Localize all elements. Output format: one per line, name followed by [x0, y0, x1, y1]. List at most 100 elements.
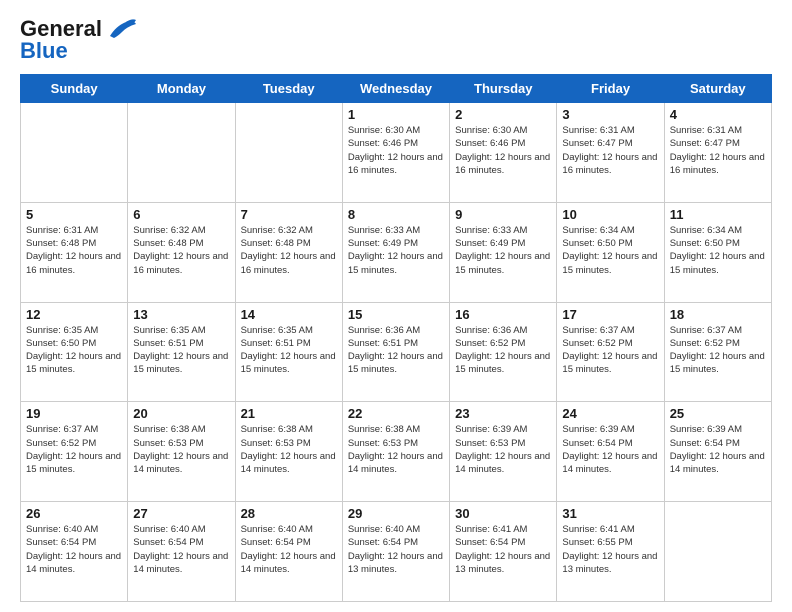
calendar-cell: 14 Sunrise: 6:35 AM Sunset: 6:51 PM Dayli…: [235, 302, 342, 402]
page: General Blue SundayMondayTuesdayWednesda…: [0, 0, 792, 612]
day-number: 26: [26, 506, 122, 521]
calendar-cell: 23 Sunrise: 6:39 AM Sunset: 6:53 PM Dayli…: [450, 402, 557, 502]
day-info: Sunrise: 6:39 AM Sunset: 6:53 PM Dayligh…: [455, 423, 551, 476]
weekday-thursday: Thursday: [450, 75, 557, 103]
calendar-cell: 18 Sunrise: 6:37 AM Sunset: 6:52 PM Dayli…: [664, 302, 771, 402]
day-number: 24: [562, 406, 658, 421]
calendar-week-5: 26 Sunrise: 6:40 AM Sunset: 6:54 PM Dayli…: [21, 502, 772, 602]
calendar-cell: 8 Sunrise: 6:33 AM Sunset: 6:49 PM Daylig…: [342, 202, 449, 302]
calendar-week-2: 5Sunrise: 6:31 AM Sunset: 6:48 PM Daylig…: [21, 202, 772, 302]
day-info: Sunrise: 6:39 AM Sunset: 6:54 PM Dayligh…: [562, 423, 658, 476]
calendar-cell: 12 Sunrise: 6:35 AM Sunset: 6:50 PM Dayli…: [21, 302, 128, 402]
calendar-cell: 13 Sunrise: 6:35 AM Sunset: 6:51 PM Dayli…: [128, 302, 235, 402]
calendar-cell: 5Sunrise: 6:31 AM Sunset: 6:48 PM Daylig…: [21, 202, 128, 302]
day-info: Sunrise: 6:30 AM Sunset: 6:46 PM Dayligh…: [348, 124, 444, 177]
calendar-cell: 17 Sunrise: 6:37 AM Sunset: 6:52 PM Dayli…: [557, 302, 664, 402]
day-number: 19: [26, 406, 122, 421]
day-number: 30: [455, 506, 551, 521]
day-number: 11: [670, 207, 766, 222]
weekday-wednesday: Wednesday: [342, 75, 449, 103]
logo-blue: Blue: [20, 38, 68, 64]
calendar-cell: 7Sunrise: 6:32 AM Sunset: 6:48 PM Daylig…: [235, 202, 342, 302]
calendar-cell: 11 Sunrise: 6:34 AM Sunset: 6:50 PM Dayli…: [664, 202, 771, 302]
calendar-cell: 6 Sunrise: 6:32 AM Sunset: 6:48 PM Daylig…: [128, 202, 235, 302]
day-info: Sunrise: 6:38 AM Sunset: 6:53 PM Dayligh…: [133, 423, 229, 476]
day-info: Sunrise: 6:35 AM Sunset: 6:51 PM Dayligh…: [133, 324, 229, 377]
day-number: 16: [455, 307, 551, 322]
day-number: 31: [562, 506, 658, 521]
calendar-cell: 22Sunrise: 6:38 AM Sunset: 6:53 PM Dayli…: [342, 402, 449, 502]
weekday-friday: Friday: [557, 75, 664, 103]
day-number: 3: [562, 107, 658, 122]
day-info: Sunrise: 6:33 AM Sunset: 6:49 PM Dayligh…: [455, 224, 551, 277]
weekday-monday: Monday: [128, 75, 235, 103]
calendar-cell: [128, 103, 235, 203]
day-number: 1: [348, 107, 444, 122]
calendar-cell: [235, 103, 342, 203]
day-info: Sunrise: 6:33 AM Sunset: 6:49 PM Dayligh…: [348, 224, 444, 277]
calendar-week-3: 12 Sunrise: 6:35 AM Sunset: 6:50 PM Dayli…: [21, 302, 772, 402]
day-number: 6: [133, 207, 229, 222]
day-number: 17: [562, 307, 658, 322]
day-info: Sunrise: 6:40 AM Sunset: 6:54 PM Dayligh…: [348, 523, 444, 576]
day-number: 2: [455, 107, 551, 122]
day-info: Sunrise: 6:41 AM Sunset: 6:54 PM Dayligh…: [455, 523, 551, 576]
weekday-header-row: SundayMondayTuesdayWednesdayThursdayFrid…: [21, 75, 772, 103]
day-info: Sunrise: 6:39 AM Sunset: 6:54 PM Dayligh…: [670, 423, 766, 476]
day-info: Sunrise: 6:34 AM Sunset: 6:50 PM Dayligh…: [562, 224, 658, 277]
calendar-cell: 9 Sunrise: 6:33 AM Sunset: 6:49 PM Daylig…: [450, 202, 557, 302]
day-number: 28: [241, 506, 337, 521]
calendar-cell: 25 Sunrise: 6:39 AM Sunset: 6:54 PM Dayli…: [664, 402, 771, 502]
calendar-cell: 16 Sunrise: 6:36 AM Sunset: 6:52 PM Dayli…: [450, 302, 557, 402]
day-number: 23: [455, 406, 551, 421]
day-info: Sunrise: 6:37 AM Sunset: 6:52 PM Dayligh…: [670, 324, 766, 377]
header: General Blue: [20, 16, 772, 64]
day-number: 5: [26, 207, 122, 222]
calendar-cell: [21, 103, 128, 203]
day-number: 22: [348, 406, 444, 421]
calendar-cell: 1 Sunrise: 6:30 AM Sunset: 6:46 PM Daylig…: [342, 103, 449, 203]
calendar-cell: 21Sunrise: 6:38 AM Sunset: 6:53 PM Dayli…: [235, 402, 342, 502]
day-info: Sunrise: 6:31 AM Sunset: 6:47 PM Dayligh…: [670, 124, 766, 177]
day-info: Sunrise: 6:32 AM Sunset: 6:48 PM Dayligh…: [133, 224, 229, 277]
day-number: 18: [670, 307, 766, 322]
day-number: 21: [241, 406, 337, 421]
calendar-week-1: 1 Sunrise: 6:30 AM Sunset: 6:46 PM Daylig…: [21, 103, 772, 203]
calendar-cell: 24 Sunrise: 6:39 AM Sunset: 6:54 PM Dayli…: [557, 402, 664, 502]
day-info: Sunrise: 6:35 AM Sunset: 6:50 PM Dayligh…: [26, 324, 122, 377]
calendar-cell: 3 Sunrise: 6:31 AM Sunset: 6:47 PM Daylig…: [557, 103, 664, 203]
day-info: Sunrise: 6:40 AM Sunset: 6:54 PM Dayligh…: [133, 523, 229, 576]
calendar-cell: 4 Sunrise: 6:31 AM Sunset: 6:47 PM Daylig…: [664, 103, 771, 203]
day-number: 27: [133, 506, 229, 521]
day-info: Sunrise: 6:41 AM Sunset: 6:55 PM Dayligh…: [562, 523, 658, 576]
weekday-saturday: Saturday: [664, 75, 771, 103]
calendar-cell: 19Sunrise: 6:37 AM Sunset: 6:52 PM Dayli…: [21, 402, 128, 502]
day-number: 29: [348, 506, 444, 521]
calendar-cell: 2 Sunrise: 6:30 AM Sunset: 6:46 PM Daylig…: [450, 103, 557, 203]
calendar-cell: 31 Sunrise: 6:41 AM Sunset: 6:55 PM Dayli…: [557, 502, 664, 602]
day-number: 12: [26, 307, 122, 322]
weekday-tuesday: Tuesday: [235, 75, 342, 103]
day-info: Sunrise: 6:36 AM Sunset: 6:51 PM Dayligh…: [348, 324, 444, 377]
day-number: 25: [670, 406, 766, 421]
calendar-week-4: 19Sunrise: 6:37 AM Sunset: 6:52 PM Dayli…: [21, 402, 772, 502]
logo: General Blue: [20, 16, 138, 64]
day-info: Sunrise: 6:35 AM Sunset: 6:51 PM Dayligh…: [241, 324, 337, 377]
day-info: Sunrise: 6:36 AM Sunset: 6:52 PM Dayligh…: [455, 324, 551, 377]
day-info: Sunrise: 6:37 AM Sunset: 6:52 PM Dayligh…: [562, 324, 658, 377]
calendar-table: SundayMondayTuesdayWednesdayThursdayFrid…: [20, 74, 772, 602]
day-info: Sunrise: 6:30 AM Sunset: 6:46 PM Dayligh…: [455, 124, 551, 177]
day-number: 4: [670, 107, 766, 122]
calendar-cell: 20Sunrise: 6:38 AM Sunset: 6:53 PM Dayli…: [128, 402, 235, 502]
day-info: Sunrise: 6:34 AM Sunset: 6:50 PM Dayligh…: [670, 224, 766, 277]
day-number: 14: [241, 307, 337, 322]
day-info: Sunrise: 6:31 AM Sunset: 6:47 PM Dayligh…: [562, 124, 658, 177]
calendar-cell: [664, 502, 771, 602]
day-number: 9: [455, 207, 551, 222]
weekday-sunday: Sunday: [21, 75, 128, 103]
day-number: 10: [562, 207, 658, 222]
calendar-cell: 29 Sunrise: 6:40 AM Sunset: 6:54 PM Dayli…: [342, 502, 449, 602]
day-number: 13: [133, 307, 229, 322]
day-info: Sunrise: 6:32 AM Sunset: 6:48 PM Dayligh…: [241, 224, 337, 277]
day-number: 8: [348, 207, 444, 222]
